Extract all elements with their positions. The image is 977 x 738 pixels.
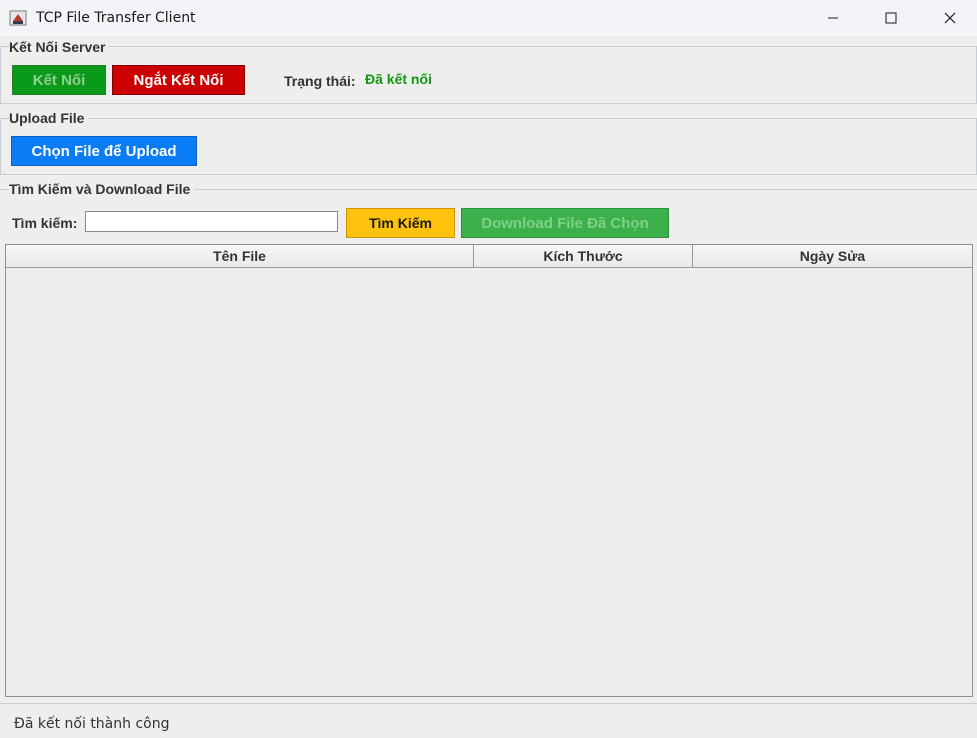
choose-file-upload-button[interactable]: Chọn File để Upload (11, 136, 197, 166)
title-bar[interactable]: TCP File Transfer Client (0, 0, 977, 36)
window-title: TCP File Transfer Client (36, 10, 196, 26)
upload-panel-title: Upload File (9, 110, 89, 126)
table-header: Tên File Kích Thước Ngày Sửa (6, 245, 972, 268)
search-panel-title: Tìm Kiếm và Download File (9, 181, 195, 197)
close-button[interactable] (927, 0, 973, 36)
file-table[interactable]: Tên File Kích Thước Ngày Sửa (5, 244, 973, 697)
maximize-button[interactable] (868, 0, 914, 36)
app-window: TCP File Transfer Client Kết Nối Server … (0, 0, 977, 738)
search-button[interactable]: Tìm Kiếm (346, 208, 455, 238)
minimize-icon (828, 17, 838, 19)
disconnect-button[interactable]: Ngắt Kết Nối (112, 65, 245, 95)
connection-panel-title: Kết Nối Server (9, 39, 110, 55)
close-icon (944, 12, 956, 24)
status-bar: Đã kết nối thành công (0, 703, 977, 738)
java-coffee-icon (9, 10, 27, 26)
status-label: Trạng thái: (284, 73, 356, 89)
column-header-modified-date[interactable]: Ngày Sửa (693, 245, 972, 267)
connect-button[interactable]: Kết Nối (12, 65, 106, 95)
column-header-file-name[interactable]: Tên File (6, 245, 474, 267)
download-selected-button[interactable]: Download File Đã Chọn (461, 208, 669, 238)
search-label: Tìm kiếm: (12, 215, 78, 231)
search-input[interactable] (85, 211, 338, 232)
column-header-size[interactable]: Kích Thước (474, 245, 693, 267)
status-value: Đã kết nối (365, 71, 432, 87)
maximize-icon (885, 12, 897, 24)
minimize-button[interactable] (810, 0, 856, 36)
status-bar-text: Đã kết nối thành công (14, 716, 170, 732)
